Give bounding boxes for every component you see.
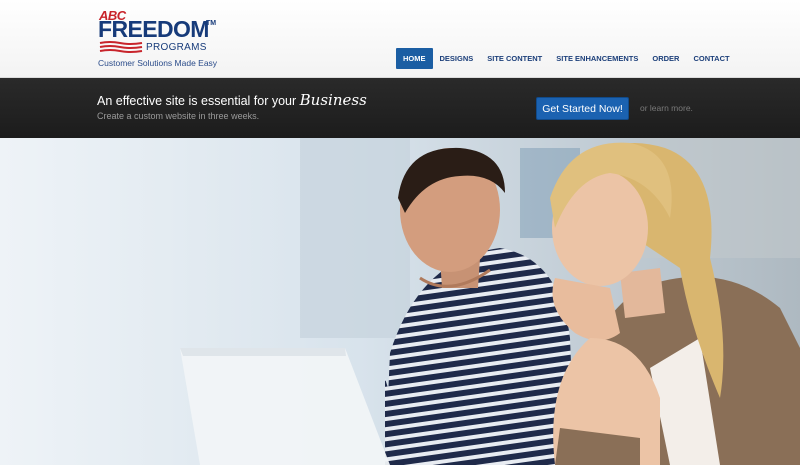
hero-image — [0, 138, 800, 465]
flag-stripes-icon — [99, 41, 143, 53]
logo-tagline: Customer Solutions Made Easy — [98, 58, 218, 68]
logo-trademark: TM — [206, 20, 217, 27]
nav-order[interactable]: ORDER — [645, 48, 686, 69]
nav-designs[interactable]: DESIGNS — [433, 48, 481, 69]
promo-banner: An effective site is essential for your … — [0, 78, 800, 138]
site-header: ABC FREEDOM TM PROGRAMS Customer Solutio… — [0, 0, 800, 78]
banner-headline-script: Business — [299, 91, 367, 109]
logo-freedom-text: FREEDOM — [98, 16, 209, 42]
nav-home[interactable]: HOME — [396, 48, 433, 69]
abc-freedom-logo[interactable]: ABC FREEDOM TM PROGRAMS Customer Solutio… — [96, 8, 226, 70]
hero-photo-illustration — [0, 138, 800, 465]
nav-site-enhancements[interactable]: SITE ENHANCEMENTS — [549, 48, 645, 69]
banner-subtext: Create a custom website in three weeks. — [97, 111, 260, 121]
get-started-button[interactable]: Get Started Now! — [536, 97, 629, 120]
learn-more-link[interactable]: or learn more. — [640, 103, 693, 113]
nav-contact[interactable]: CONTACT — [686, 48, 736, 69]
banner-headline: An effective site is essential for your … — [97, 91, 367, 109]
main-nav: HOME DESIGNS SITE CONTENT SITE ENHANCEME… — [396, 48, 737, 69]
banner-headline-text: An effective site is essential for your — [97, 94, 297, 108]
logo-programs-text: PROGRAMS — [146, 42, 207, 53]
nav-site-content[interactable]: SITE CONTENT — [480, 48, 549, 69]
